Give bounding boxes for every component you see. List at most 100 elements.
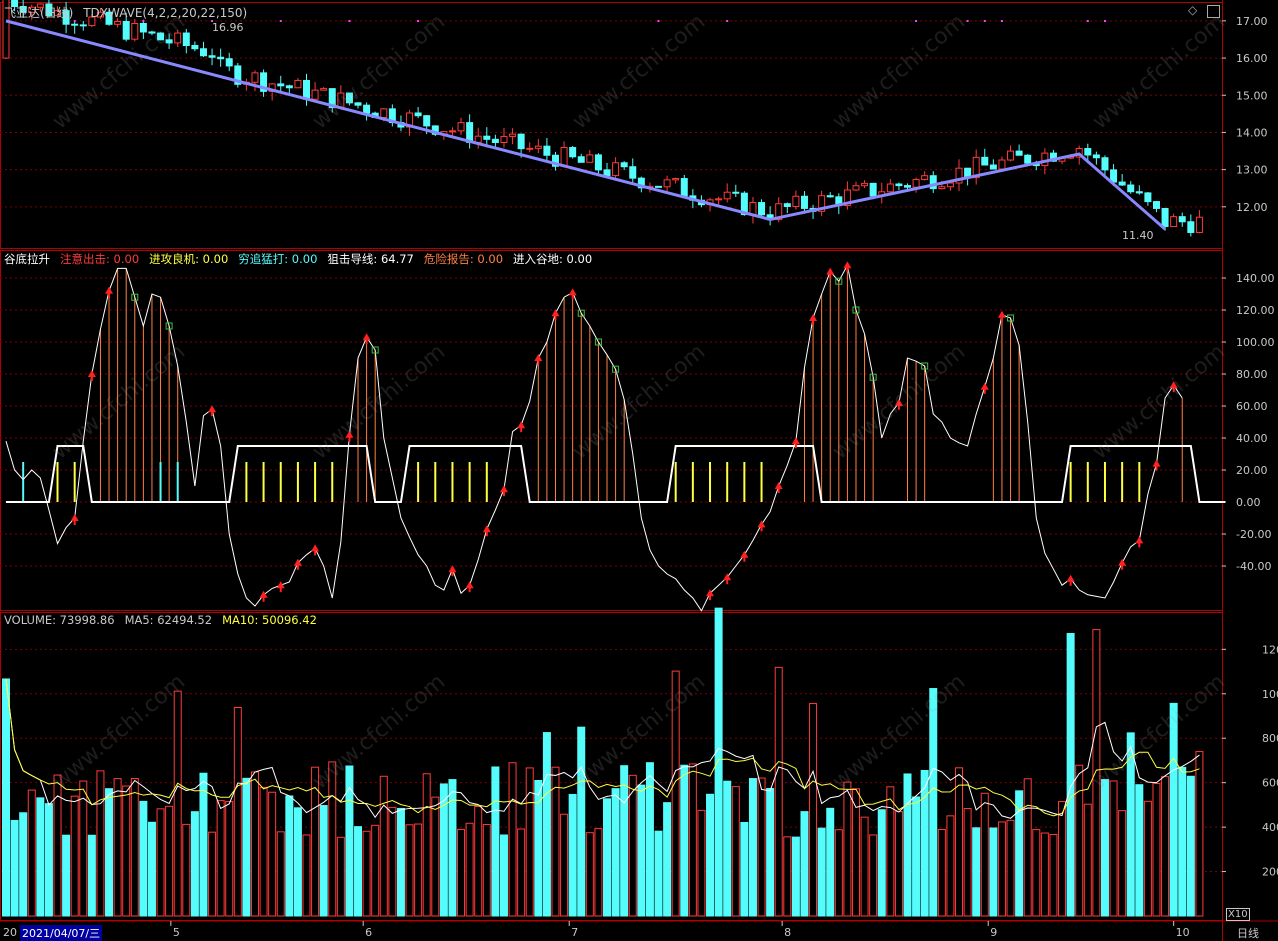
volume-bar [611, 788, 620, 917]
period-label[interactable]: 日线 [1237, 925, 1259, 941]
volume-bar [774, 666, 783, 917]
volume-bar [1023, 778, 1032, 917]
volume-bar [963, 808, 972, 917]
candle-body [543, 145, 551, 156]
candle-body [1118, 181, 1126, 186]
volume-bar [791, 836, 800, 917]
y-tick-label: 10000 [1262, 688, 1278, 701]
candle-body [199, 48, 207, 57]
buy-arrow [809, 314, 818, 321]
diamond-icon[interactable]: ◇ [1188, 3, 1197, 17]
candle-body [1161, 207, 1169, 228]
volume-bar [972, 827, 981, 917]
volume-bar [1178, 766, 1187, 917]
volume-bar [740, 821, 749, 917]
x-tick-label: 8 [784, 926, 791, 939]
watermark: www.cfchi.com [1088, 669, 1230, 794]
candle-body [182, 32, 190, 47]
candle-body [680, 178, 688, 197]
volume-bar [1195, 751, 1204, 917]
volume-bar [989, 827, 998, 917]
y-tick-label: 6000 [1262, 777, 1278, 790]
scroll-icon[interactable] [1207, 5, 1220, 18]
buy-arrow [87, 370, 96, 377]
candle-body [311, 89, 319, 100]
volume-bar [508, 762, 517, 917]
y-tick-label: 12.00 [1236, 201, 1268, 214]
candle-body [938, 186, 946, 190]
volume-bar [869, 834, 878, 917]
volume-bar [225, 801, 234, 917]
volume-bar [620, 765, 629, 917]
y-tick-label: -40.00 [1236, 560, 1271, 573]
volume-bar [396, 807, 405, 917]
buy-arrow [740, 550, 749, 558]
candle-body [998, 159, 1006, 170]
candle-body [483, 135, 491, 140]
volume-bar [362, 830, 371, 917]
volume-bar [130, 777, 139, 917]
volume-bar [877, 809, 886, 917]
buy-arrow [208, 405, 217, 413]
watermark: www.cfchi.com [828, 9, 970, 134]
volume-bar [1161, 776, 1170, 917]
x-tick-label: 9 [990, 926, 997, 939]
volume-unit: X10 [1226, 908, 1250, 921]
candle-body [1007, 150, 1015, 161]
y-tick-label: -20.00 [1236, 528, 1271, 541]
volume-bar [560, 813, 569, 917]
volume-bar [354, 826, 363, 917]
watermark: www.cfchi.com [1088, 9, 1230, 134]
y-tick-label: 14.00 [1236, 126, 1268, 139]
volume-bar [1006, 819, 1015, 917]
volume-bar [1032, 829, 1041, 917]
volume-bar [10, 819, 19, 917]
candle-body [534, 145, 542, 149]
candle-body [663, 179, 671, 188]
candle-body [225, 58, 233, 67]
y-tick-label: 60.00 [1236, 400, 1268, 413]
volume-bar [834, 829, 843, 917]
start-date[interactable]: 2021/04/07/三 [20, 925, 103, 941]
buy-arrow [517, 421, 526, 429]
buy-arrow [826, 267, 835, 275]
volume-bar [208, 831, 217, 917]
legend-item: 进入谷地: 0.00 [513, 252, 593, 266]
volume-bar [551, 766, 560, 917]
candle-body [423, 115, 431, 127]
indicator-name: TDXWAVE(4,2,2,20,22,150) [83, 6, 248, 20]
y-tick-label: 140.00 [1236, 272, 1275, 285]
signal-dot [279, 20, 282, 22]
buy-arrow [465, 581, 474, 589]
candle-body [826, 195, 834, 198]
watermark: www.cfchi.com [48, 9, 190, 134]
legend-item: 穷追猛打: 0.00 [238, 252, 318, 266]
buy-arrow [551, 309, 560, 317]
volume-bar [826, 807, 835, 917]
volume-bar [482, 823, 491, 917]
watermark: www.cfchi.com [828, 339, 970, 464]
volume-bar [714, 607, 723, 917]
volume-bar [817, 827, 826, 917]
volume-bar [860, 816, 869, 917]
legend-item: 狙击导线: 64.77 [327, 252, 414, 266]
candle-body [491, 138, 499, 144]
x-tick-label: 10 [1176, 926, 1190, 939]
x-tick-label: 5 [173, 926, 180, 939]
volume-bar [723, 780, 732, 917]
candle-body [457, 122, 465, 132]
volume-bar [2, 678, 10, 917]
volume-bar [757, 777, 766, 917]
volume-bar [680, 764, 689, 917]
volume-bar [894, 811, 903, 917]
stock-chart[interactable]: 17.00 16.00 15.00 14.00 13.00 12.00 140.00 120.… [0, 0, 1278, 941]
watermark: www.cfchi.com [48, 669, 190, 794]
candle-body [569, 147, 577, 158]
candle-body [946, 182, 954, 188]
volume-bar [585, 832, 594, 917]
candle-body [620, 162, 628, 168]
signal-dot [915, 20, 918, 22]
y-tick-label: 17.00 [1236, 15, 1268, 28]
volume-bar [371, 824, 380, 917]
candle-body [285, 85, 293, 89]
